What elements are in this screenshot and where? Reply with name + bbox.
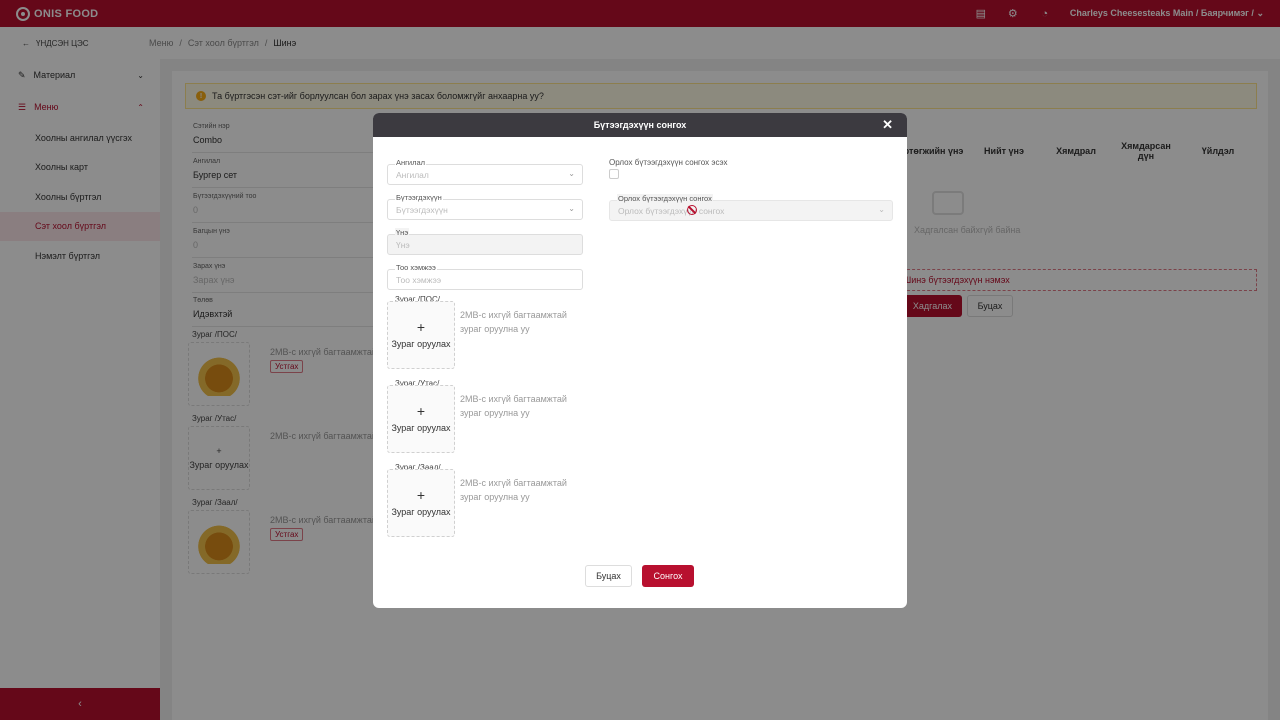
field-label: Бүтээгдэхүүн [395,193,443,202]
upload-hint: 2MB-с ихгүй багтаамжтай зураг оруулна уу [460,478,567,502]
alt-product-checkbox-label: Орлох бүтээгдэхүүн сонгох эсэх [609,158,728,167]
product-select[interactable]: Бүтээгдэхүүн ⌄ Бүтээгдэхүүн [387,193,583,220]
category-select[interactable]: Ангилал ⌄ Ангилал [387,158,583,185]
upload-button-label: Зураг оруулах [391,339,451,349]
alt-product-select: Орлох бүтээгдэхүүн сонгох ⌄ Орлох бүтээг… [609,194,893,221]
field-label: Ангилал [395,158,426,167]
field-label: Үнэ [395,228,410,237]
field-label: Тоо хэмжээ [395,263,437,272]
upload-hint: 2MB-с ихгүй багтаамжтай зураг оруулна уу [460,394,567,418]
upload-pos-button[interactable]: + Зураг оруулах [387,301,455,369]
close-icon[interactable]: ✕ [882,117,893,133]
chevron-down-icon: ⌄ [568,169,575,178]
upload-button-label: Зураг оруулах [391,423,451,433]
upload-phone-button[interactable]: + Зураг оруулах [387,385,455,453]
alt-product-checkbox[interactable] [609,169,619,179]
modal-select-button[interactable]: Сонгох [642,565,694,587]
category-placeholder: Ангилал [396,169,429,180]
upload-hall-button[interactable]: + Зураг оруулах [387,469,455,537]
price-input: Үнэ Үнэ [387,228,583,255]
quantity-placeholder: Тоо хэмжээ [396,274,442,285]
plus-icon: + [416,319,426,335]
alt-product-placeholder: Орлох бүтээгдэхүүн сонгох [618,205,725,216]
upload-button-label: Зураг оруулах [391,507,451,517]
not-allowed-cursor-icon [687,205,697,215]
modal-header: Бүтээгдэхүүн сонгох ✕ [373,113,907,137]
field-label: Орлох бүтээгдэхүүн сонгох [617,194,713,203]
quantity-input[interactable]: Тоо хэмжээ Тоо хэмжээ [387,263,583,290]
chevron-down-icon: ⌄ [568,204,575,213]
product-placeholder: Бүтээгдэхүүн [396,204,448,215]
product-select-modal: Бүтээгдэхүүн сонгох ✕ Ангилал ⌄ Ангилал … [373,113,907,608]
plus-icon: + [416,487,426,503]
chevron-down-icon: ⌄ [878,205,885,214]
modal-title: Бүтээгдэхүүн сонгох [593,120,687,130]
plus-icon: + [416,403,426,419]
modal-cancel-button[interactable]: Буцах [585,565,632,587]
price-placeholder: Үнэ [396,239,410,250]
upload-hint: 2MB-с ихгүй багтаамжтай зураг оруулна уу [460,310,567,334]
